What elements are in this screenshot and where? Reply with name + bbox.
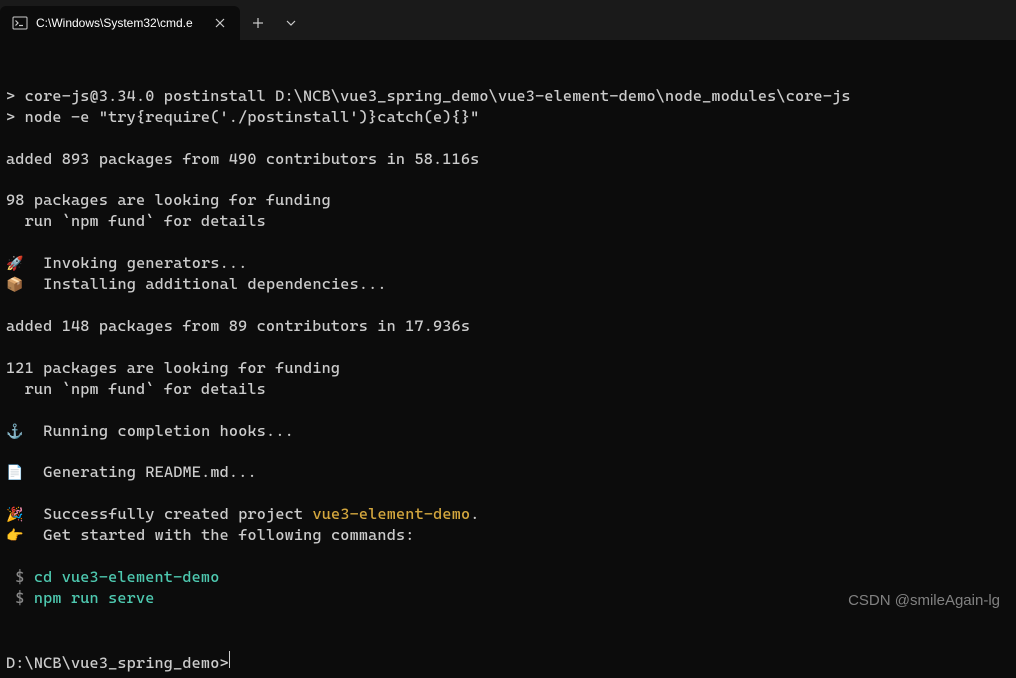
- new-tab-button[interactable]: [240, 6, 276, 40]
- terminal-line: [6, 295, 1010, 316]
- project-name: vue3-element-demo: [312, 504, 470, 525]
- terminal-line: [6, 232, 1010, 253]
- terminal-line: [6, 609, 1010, 630]
- active-tab[interactable]: C:\Windows\System32\cmd.e: [0, 6, 240, 40]
- terminal-line: [6, 128, 1010, 149]
- terminal-line: > core-js@3.34.0 postinstall D:\NCB\vue3…: [6, 86, 1010, 107]
- terminal-line: added 148 packages from 89 contributors …: [6, 316, 1010, 337]
- line-icon: 📄: [6, 464, 34, 483]
- terminal-line: D:\NCB\vue3_spring_demo>: [6, 651, 1010, 674]
- terminal-line: [6, 337, 1010, 358]
- terminal-line: 🚀 Invoking generators...: [6, 253, 1010, 274]
- terminal-line: [6, 442, 1010, 463]
- line-icon: 🚀: [6, 255, 34, 274]
- terminal-line: run `npm fund` for details: [6, 211, 1010, 232]
- terminal-line: added 893 packages from 490 contributors…: [6, 149, 1010, 170]
- terminal-line: 📦 Installing additional dependencies...: [6, 274, 1010, 295]
- terminal-line: 121 packages are looking for funding: [6, 358, 1010, 379]
- line-icon: 📦: [6, 276, 34, 295]
- cursor: [229, 651, 230, 668]
- line-icon: 🎉: [6, 506, 34, 525]
- tab-dropdown-button[interactable]: [276, 6, 306, 40]
- terminal-line: [6, 630, 1010, 651]
- terminal-line: 98 packages are looking for funding: [6, 190, 1010, 211]
- terminal-line: [6, 546, 1010, 567]
- terminal-line: [6, 65, 1010, 86]
- tab-title: C:\Windows\System32\cmd.e: [36, 16, 204, 30]
- cmd-icon: [12, 15, 28, 31]
- terminal-line: run `npm fund` for details: [6, 379, 1010, 400]
- command-text: npm run serve: [34, 588, 155, 609]
- terminal-line: [6, 170, 1010, 191]
- terminal-line: 📄 Generating README.md...: [6, 462, 1010, 483]
- terminal-line: [6, 400, 1010, 421]
- line-icon: 👉: [6, 527, 34, 546]
- close-tab-button[interactable]: [212, 15, 228, 31]
- terminal-line: > node -e "try{require('./postinstall')}…: [6, 107, 1010, 128]
- terminal-line: $ cd vue3-element-demo: [6, 567, 1010, 588]
- terminal-line: 👉 Get started with the following command…: [6, 525, 1010, 546]
- terminal-output[interactable]: > core-js@3.34.0 postinstall D:\NCB\vue3…: [0, 40, 1016, 678]
- terminal-line: [6, 44, 1010, 65]
- terminal-line: [6, 483, 1010, 504]
- titlebar: C:\Windows\System32\cmd.e: [0, 0, 1016, 40]
- prompt-path: D:\NCB\vue3_spring_demo>: [6, 653, 229, 674]
- line-icon: ⚓: [6, 423, 34, 442]
- terminal-line: 🎉 Successfully created project vue3-elem…: [6, 504, 1010, 525]
- terminal-line: ⚓ Running completion hooks...: [6, 421, 1010, 442]
- command-text: cd vue3-element-demo: [34, 567, 220, 588]
- watermark: CSDN @smileAgain-lg: [848, 592, 1000, 609]
